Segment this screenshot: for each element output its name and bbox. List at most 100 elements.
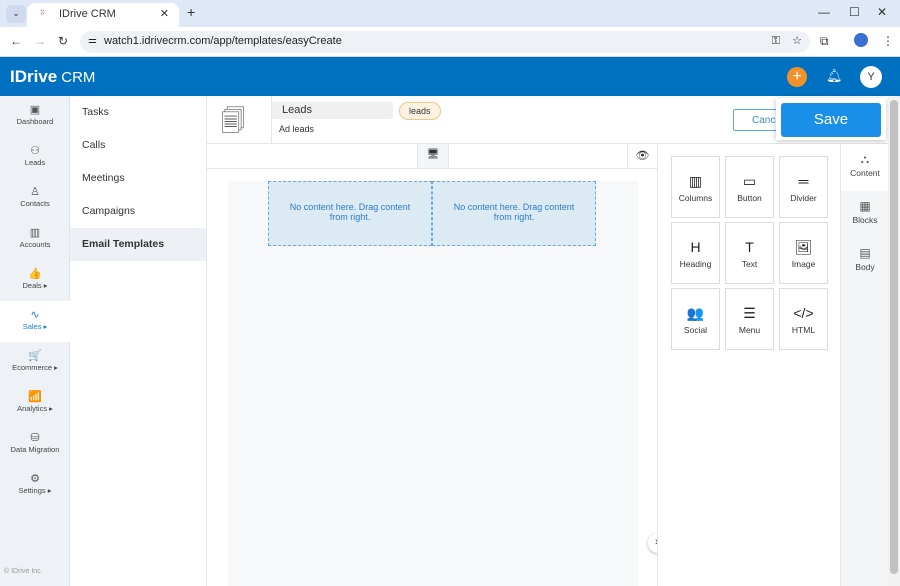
accounts-icon: ▥ — [29, 227, 41, 239]
body-icon: ▤ — [859, 246, 871, 260]
sidebar-item-settings[interactable]: ⚙ Settings ▸ — [0, 465, 70, 506]
analytics-icon: 📶 — [28, 391, 42, 403]
tile-text[interactable]: T Text — [725, 222, 774, 284]
main-sidebar: ▣ Dashboard ⚇ Leads ♙ Contacts ▥ Accounts 👍 Deals… — [0, 96, 70, 586]
tile-label: Button — [737, 193, 762, 203]
url-input[interactable]: ⚌ watch1.idrivecrm.com/app/templates/eas… — [80, 31, 810, 53]
tile-columns[interactable]: ▥ Columns — [671, 156, 720, 218]
blocks-icon: ▦ — [859, 199, 871, 213]
sidebar-item-accounts[interactable]: ▥ Accounts — [0, 219, 70, 260]
browser-tab[interactable]: ⍤ IDrive CRM ✕ — [27, 3, 179, 27]
content-icon: ⛬ — [860, 152, 870, 166]
contacts-icon: ♙ — [30, 186, 40, 198]
subnav-item[interactable]: Meetings — [70, 162, 206, 195]
tile-label: Social — [683, 325, 708, 335]
sidebar-item-analytics[interactable]: 📶 Analytics ▸ — [0, 383, 70, 424]
tile-label: Image — [791, 259, 816, 269]
sidebar-item-contacts[interactable]: ♙ Contacts — [0, 178, 70, 219]
html-icon: </> — [793, 305, 814, 321]
sidebar-item-label: Data Migration — [10, 445, 60, 454]
tab-label: Body — [855, 262, 875, 272]
editor-side-tabs: ⛬ Content ▦ Blocks ▤ Body — [840, 144, 889, 586]
tab-list-button[interactable]: ⌄ — [6, 5, 26, 23]
url-text: watch1.idrivecrm.com/app/templates/easyC… — [104, 35, 342, 47]
forward-icon[interactable]: → — [34, 34, 46, 48]
sidebar-item-deals[interactable]: 👍 Deals ▸ — [0, 260, 70, 301]
reload-icon[interactable]: ↻ — [58, 34, 68, 48]
sidebar-item-label: Accounts — [19, 240, 51, 249]
columns-icon: ▥ — [688, 173, 703, 189]
maximize-icon[interactable]: ☐ — [849, 5, 860, 19]
app-header: IDrive CRM + 🔔︎ Y — [0, 57, 900, 96]
tile-heading[interactable]: H Heading — [671, 222, 720, 284]
leads-icon: ⚇ — [30, 145, 40, 157]
tile-button[interactable]: ▭ Button — [725, 156, 774, 218]
desktop-view-icon[interactable]: 🖥︎ — [417, 144, 449, 168]
text-icon: T — [745, 239, 754, 255]
subnav-item[interactable]: Tasks — [70, 96, 206, 129]
tab-label: Blocks — [852, 215, 878, 225]
social-icon: 👥 — [686, 305, 705, 321]
minimize-icon[interactable]: — — [818, 5, 830, 19]
heading-icon: H — [690, 239, 701, 255]
dashboard-icon: ▣ — [29, 104, 41, 116]
tile-label: HTML — [791, 325, 816, 335]
bookmark-star-icon[interactable]: ☆ — [792, 34, 802, 47]
sidebar-item-leads[interactable]: ⚇ Leads — [0, 137, 70, 178]
add-icon[interactable]: + — [787, 67, 807, 87]
subnav-item[interactable]: Calls — [70, 129, 206, 162]
sales-subnav: Tasks Calls Meetings Campaigns Email Templat… — [70, 96, 207, 586]
sidebar-item-sales[interactable]: ∿ Sales ▸ — [0, 301, 70, 342]
deals-icon: 👍 — [28, 268, 42, 280]
key-icon[interactable]: ⚿ — [772, 35, 780, 48]
template-tag-badge: leads — [399, 102, 441, 120]
close-tab-icon[interactable]: ✕ — [160, 7, 169, 20]
preview-eye-icon[interactable]: 👁︎ — [627, 144, 657, 168]
sidebar-item-label: Ecommerce ▸ — [12, 363, 58, 372]
address-bar-row: ← → ↻ ⚌ watch1.idrivecrm.com/app/templat… — [0, 27, 900, 57]
tile-menu[interactable]: ☰ Menu — [725, 288, 774, 350]
template-description[interactable]: Ad leads — [279, 124, 314, 134]
tab-body[interactable]: ▤ Body — [841, 238, 889, 285]
tab-label: Content — [850, 168, 880, 178]
tab-blocks[interactable]: ▦ Blocks — [841, 191, 889, 238]
sales-icon: ∿ — [30, 309, 40, 321]
save-button[interactable]: Save — [781, 103, 881, 137]
image-icon: 🖼 — [794, 239, 813, 255]
logo: IDrive CRM — [10, 67, 96, 86]
settings-icon: ⚙ — [30, 473, 40, 485]
browser-tab-bar: ⌄ ⍤ IDrive CRM ✕ + — ☐ ✕ — [0, 0, 900, 27]
profile-icon[interactable] — [854, 33, 868, 47]
avatar[interactable]: Y — [860, 66, 882, 88]
column-dropzone[interactable]: No content here. Drag content from right… — [432, 181, 596, 246]
sidebar-item-ecommerce[interactable]: 🛒 Ecommerce ▸ — [0, 342, 70, 383]
tab-content[interactable]: ⛬ Content — [841, 144, 889, 191]
column-dropzone[interactable]: No content here. Drag content from right… — [268, 181, 432, 246]
template-name-input[interactable]: Leads — [272, 102, 393, 119]
sidebar-item-label: Deals ▸ — [22, 281, 48, 290]
menu-icon[interactable]: ⋮ — [882, 34, 894, 48]
tile-image[interactable]: 🖼 Image — [779, 222, 828, 284]
scrollbar[interactable] — [888, 96, 900, 586]
tile-social[interactable]: 👥 Social — [671, 288, 720, 350]
bell-icon[interactable]: 🔔︎ — [826, 68, 843, 84]
subnav-item[interactable]: Campaigns — [70, 195, 206, 228]
close-window-icon[interactable]: ✕ — [877, 5, 887, 19]
tile-divider[interactable]: ═ Divider — [779, 156, 828, 218]
site-settings-icon[interactable]: ⚌ — [88, 35, 97, 46]
extensions-icon[interactable]: ⧉ — [820, 34, 829, 49]
new-tab-icon[interactable]: + — [187, 4, 195, 20]
menu-icon: ☰ — [743, 305, 756, 321]
sidebar-item-label: Leads — [24, 158, 46, 167]
content-panel: ▥ Columns ▭ Button ═ Divider H Heading T Text 🖼 Ima… — [657, 144, 840, 586]
sidebar-item-dashboard[interactable]: ▣ Dashboard — [0, 96, 70, 137]
subnav-item[interactable]: Email Templates — [70, 228, 206, 261]
sidebar-item-data-migration[interactable]: ⛁ Data Migration — [0, 424, 70, 465]
back-icon[interactable]: ← — [10, 34, 22, 48]
idrive-favicon-icon: ⍤ — [39, 7, 46, 19]
tile-html[interactable]: </> HTML — [779, 288, 828, 350]
tile-label: Columns — [678, 193, 713, 203]
tile-label: Menu — [738, 325, 761, 335]
email-canvas: No content here. Drag content from right… — [228, 181, 638, 586]
template-header: 🗐 Leads leads Ad leads — [207, 96, 657, 144]
